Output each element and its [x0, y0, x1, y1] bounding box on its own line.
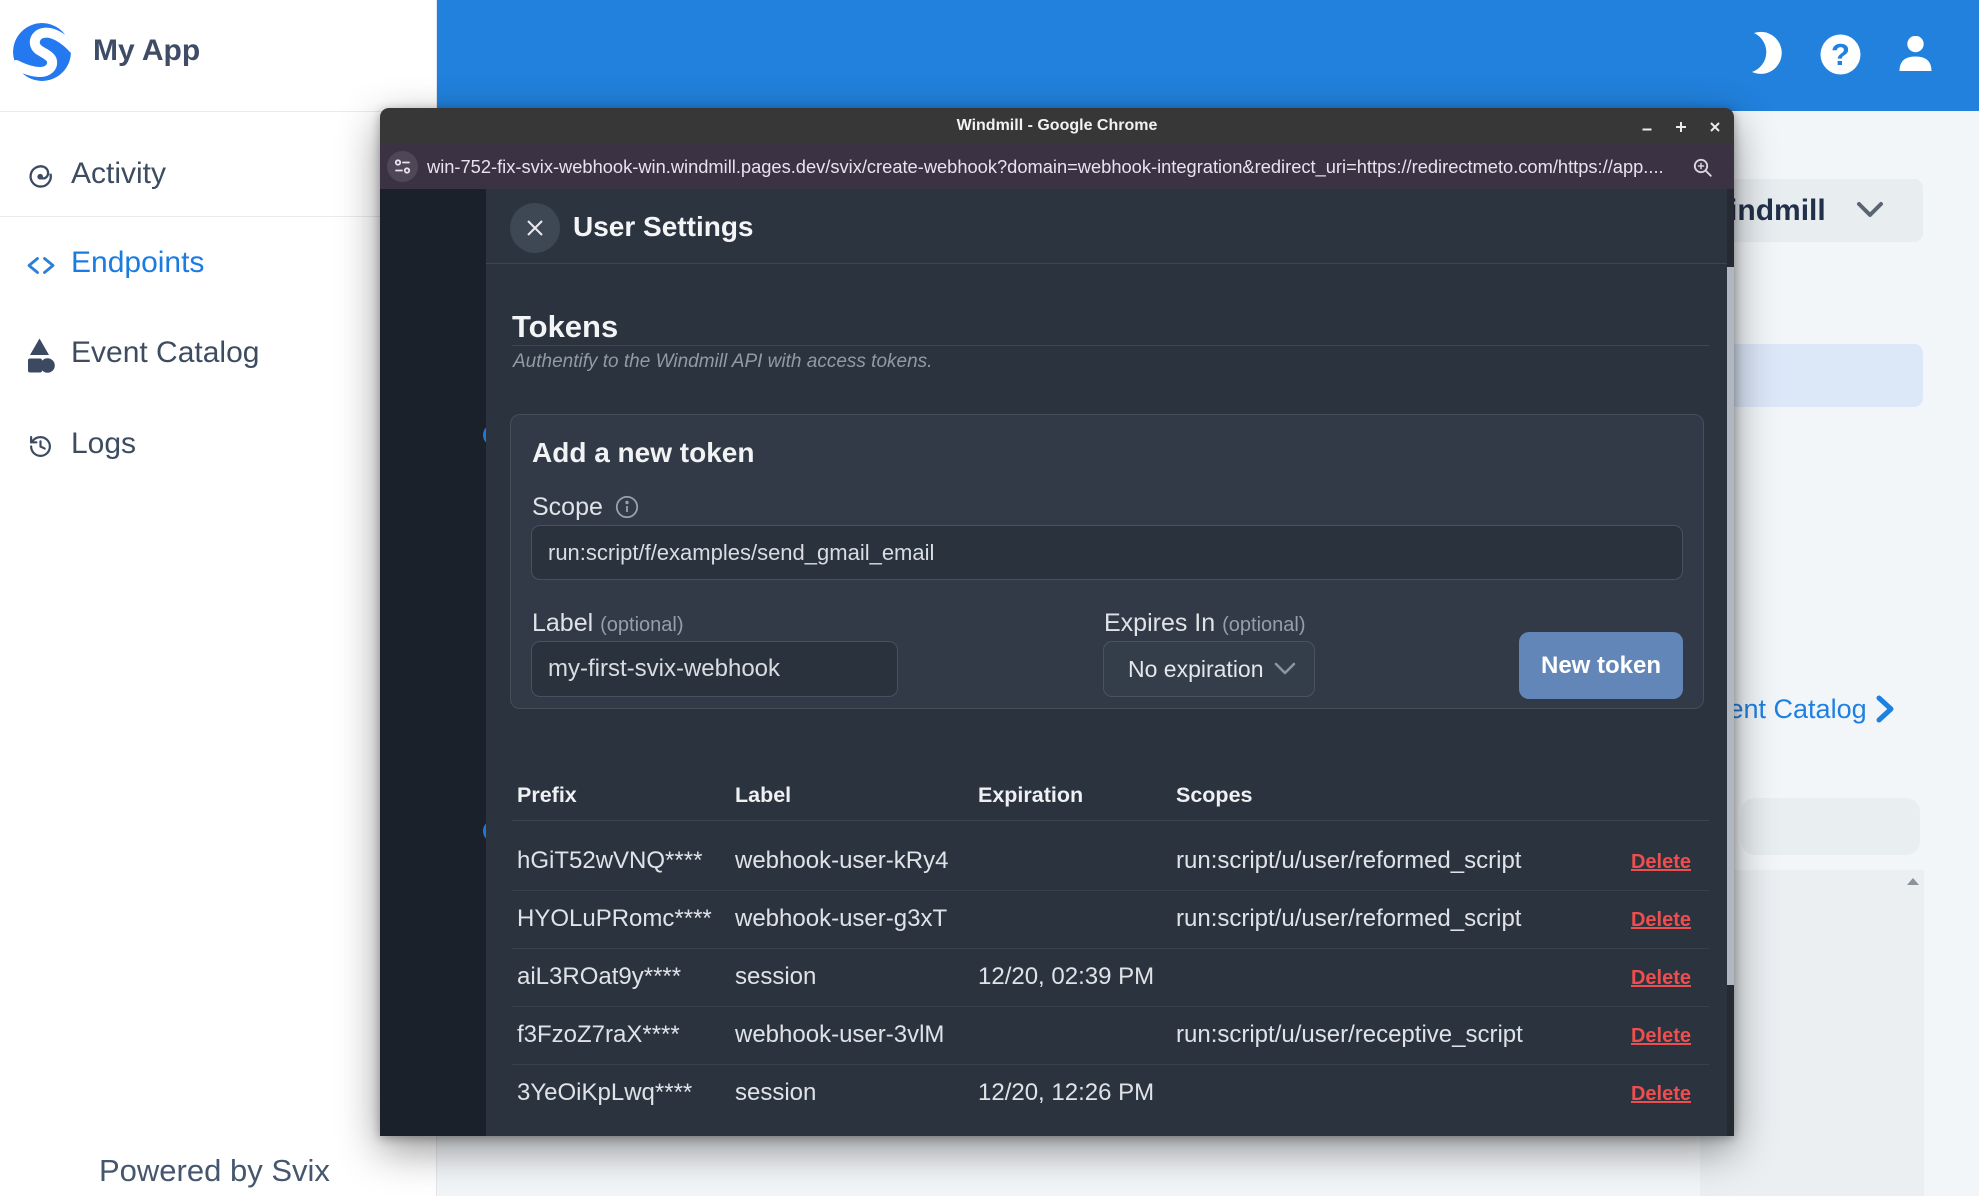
- svg-text:?: ?: [1831, 37, 1850, 72]
